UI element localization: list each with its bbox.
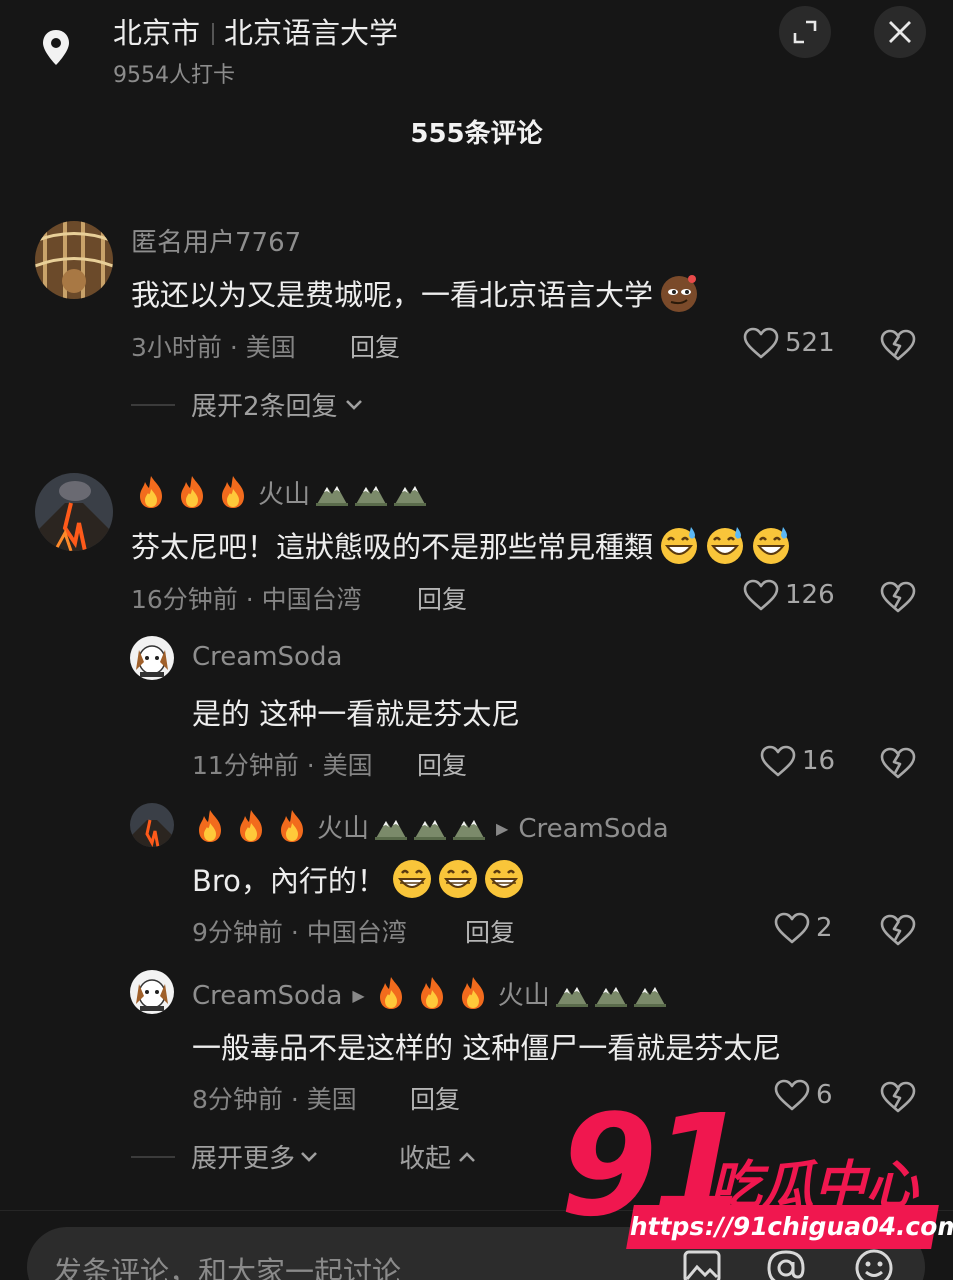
fire-emoji [217,475,249,509]
like-count: 521 [785,328,835,358]
reply-to-arrow-icon: ▶ [496,819,509,838]
reply-button[interactable]: 回复 [417,580,467,616]
mountain-emoji [555,982,589,1008]
chevron-down-icon [301,1151,317,1162]
reply-button[interactable]: 回复 [410,1080,460,1116]
avatar[interactable] [130,803,174,847]
mountain-emoji [393,481,427,507]
comment-time-location: 11分钟前 · 美国 [192,751,373,780]
location-pin-icon [43,30,69,65]
dislike-icon[interactable] [880,747,916,779]
mountain-emoji [354,481,388,507]
mountain-emoji [594,982,628,1008]
dislike-icon[interactable] [880,581,916,613]
expand-more-button[interactable]: 展开更多 [131,1138,319,1175]
close-button[interactable] [874,6,926,58]
like-count: 2 [816,913,833,943]
title-divider [212,23,215,45]
username[interactable]: 匿名用户7767 [131,222,301,259]
close-icon [889,21,911,43]
location-header: 北京市 北京语言大学 9554人打卡 555条评论 [0,0,953,180]
username[interactable]: CreamSoda ▶ 火山 [192,975,667,1012]
username[interactable]: CreamSoda [192,642,342,672]
like-button[interactable]: 2 [774,912,833,944]
grin-emoji [438,859,478,899]
reply-to-arrow-icon: ▶ [352,986,365,1005]
comment-time-location: 8分钟前 · 美国 [192,1085,357,1114]
watermark-url: https://91chigua04.com [626,1205,953,1249]
like-button[interactable]: 126 [743,579,835,611]
sweat-grin-emoji [751,525,791,565]
comment-time-location: 3小时前 · 美国 [131,333,296,362]
sweat-grin-emoji [705,525,745,565]
like-button[interactable]: 16 [760,745,835,777]
grin-emoji [484,859,524,899]
expand-replies-button[interactable]: 展开2条回复 [131,386,364,423]
comment-text: Bro，內行的！ [192,858,524,900]
city-name: 北京市 [113,16,201,50]
dislike-icon[interactable] [880,914,916,946]
comment-text: 一般毒品不是这样的 这种僵尸一看就是芬太尼 [192,1031,782,1065]
comment-text: 是的 这种一看就是芬太尼 [192,697,521,731]
avatar[interactable] [35,473,113,551]
comment-text: 芬太尼吧！這狀態吸的不是那些常見種類 [131,524,791,566]
mountain-emoji [374,815,408,841]
avatar[interactable] [35,221,113,299]
sweat-grin-emoji [659,525,699,565]
fire-emoji [276,809,308,843]
dislike-icon[interactable] [880,329,916,361]
fire-emoji [176,475,208,509]
fire-emoji [194,809,226,843]
comment-input-placeholder: 发条评论，和大家一起讨论 [53,1255,402,1280]
comment-count-title: 555条评论 [410,119,543,149]
divider [131,1155,175,1158]
heart-icon [774,912,810,944]
mountain-emoji [315,481,349,507]
place-name: 北京语言大学 [224,16,399,50]
reply-button[interactable]: 回复 [465,913,515,949]
fire-emoji [416,976,448,1010]
avatar[interactable] [130,970,174,1014]
reply-to-username[interactable]: 火山 [498,981,550,1011]
comment-text: 我还以为又是费城呢，一看北京语言大学 [131,272,699,314]
reply-button[interactable]: 回复 [350,328,400,364]
mountain-emoji [452,815,486,841]
mountain-emoji [413,815,447,841]
divider [131,403,175,406]
avatar[interactable] [130,636,174,680]
comment-time-location: 9分钟前 · 中国台湾 [192,918,407,947]
like-count: 16 [802,746,836,776]
reply-button[interactable]: 回复 [417,746,467,782]
heart-icon [743,327,779,359]
reply-to-username[interactable]: CreamSoda [518,814,668,844]
like-button[interactable]: 521 [743,327,835,359]
checkin-count: 9554人打卡 [113,63,235,88]
comment-time-location: 16分钟前 · 中国台湾 [131,585,362,614]
like-count: 126 [785,580,835,610]
fire-emoji [135,475,167,509]
chevron-down-icon [345,399,362,410]
grin-emoji [392,859,432,899]
heart-icon [743,579,779,611]
heart-icon [760,745,796,777]
watermark: 91 吃瓜中心 https://91chigua04.com [560,1085,953,1260]
expand-icon [793,20,817,44]
username[interactable]: 火山 [135,474,427,511]
username[interactable]: 火山 ▶ CreamSoda [194,808,669,845]
fire-emoji [457,976,489,1010]
smirk-emoji [661,275,698,312]
fire-emoji [235,809,267,843]
fire-emoji [375,976,407,1010]
mountain-emoji [633,982,667,1008]
expand-button[interactable] [779,6,831,58]
chevron-up-icon [459,1151,475,1162]
collapse-button[interactable]: 收起 [399,1138,477,1175]
location-title[interactable]: 北京市 北京语言大学 [113,10,398,52]
